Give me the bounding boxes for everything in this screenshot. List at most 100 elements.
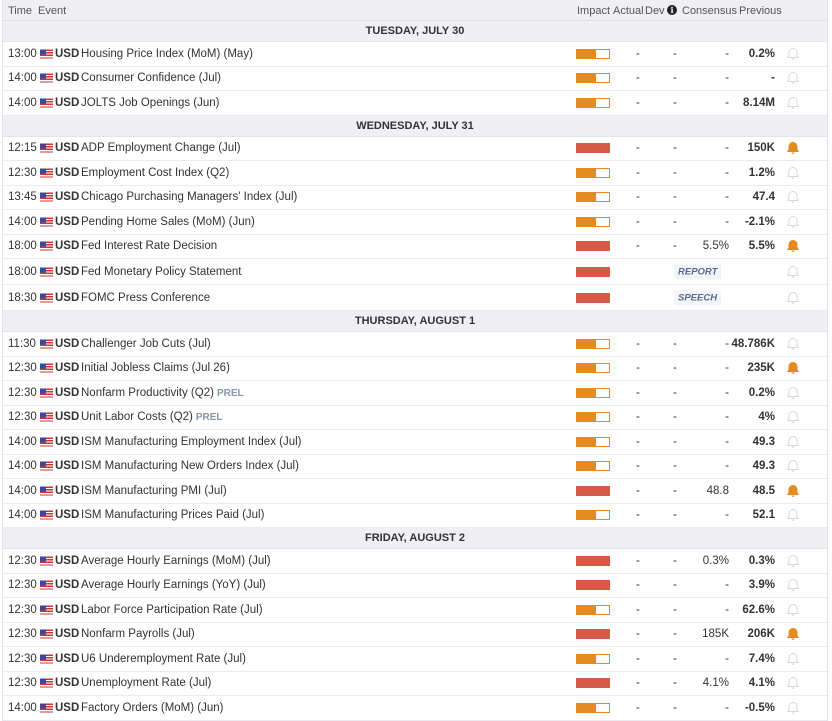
event-row[interactable]: 14:00 USD ISM Manufacturing Employment I… <box>3 430 827 455</box>
event-name[interactable]: Labor Force Participation Rate (Jul) <box>81 604 263 616</box>
bell-icon[interactable] <box>786 386 800 400</box>
event-row[interactable]: 12:15 USD ADP Employment Change (Jul) - … <box>3 137 827 161</box>
event-name[interactable]: Nonfarm Payrolls (Jul) <box>81 628 195 640</box>
event-row[interactable]: 14:00 USD JOLTS Job Openings (Jun) - - -… <box>3 91 827 116</box>
us-flag-icon <box>40 339 53 349</box>
previous-value: 4% <box>758 411 775 424</box>
event-name[interactable]: FOMC Press Conference <box>81 292 210 304</box>
dev-value: - <box>673 579 677 592</box>
event-time: 12:30 <box>8 386 37 399</box>
event-row[interactable]: 12:30 USD Nonfarm Payrolls (Jul) - - 185… <box>3 623 827 647</box>
event-row[interactable]: 14:00 USD ISM Manufacturing PMI (Jul) - … <box>3 479 827 504</box>
event-name[interactable]: Nonfarm Productivity (Q2) PREL <box>81 387 244 399</box>
event-name[interactable]: U6 Underemployment Rate (Jul) <box>81 653 246 665</box>
event-row[interactable]: 12:30 USD Nonfarm Productivity (Q2) PREL … <box>3 381 827 406</box>
event-name[interactable]: Consumer Confidence (Jul) <box>81 72 221 84</box>
previous-value: -2.1% <box>744 215 775 228</box>
bell-active-icon[interactable] <box>786 141 800 155</box>
bell-icon[interactable] <box>786 190 800 204</box>
event-row[interactable]: 12:30 USD Unemployment Rate (Jul) - - 4.… <box>3 672 827 696</box>
event-title: FOMC Press Conference <box>81 291 211 304</box>
bell-icon[interactable] <box>786 554 800 568</box>
event-row[interactable]: 12:30 USD Initial Jobless Claims (Jul 26… <box>3 357 827 381</box>
event-row[interactable]: 12:30 USD Labor Force Participation Rate… <box>3 598 827 623</box>
us-flag-icon <box>40 293 53 302</box>
event-row[interactable]: 13:45 USD Chicago Purchasing Managers' I… <box>3 186 827 210</box>
event-row[interactable]: 12:30 USD Employment Cost Index (Q2) - -… <box>3 161 827 186</box>
event-name[interactable]: Unemployment Rate (Jul) <box>81 677 211 689</box>
previous-value: 4.1% <box>748 677 775 690</box>
prel-tag: PREL <box>195 412 223 424</box>
actual-value: - <box>636 96 640 109</box>
event-name[interactable]: Unit Labor Costs (Q2) PREL <box>81 411 223 423</box>
bell-active-icon[interactable] <box>786 361 800 375</box>
bell-icon[interactable] <box>786 508 800 522</box>
event-name[interactable]: Fed Interest Rate Decision <box>81 240 217 252</box>
bell-icon[interactable] <box>786 265 800 279</box>
bell-icon[interactable] <box>786 652 800 666</box>
event-row[interactable]: 13:00 USD Housing Price Index (MoM) (May… <box>3 42 827 67</box>
event-row[interactable]: 18:00 USD Fed Interest Rate Decision - -… <box>3 235 827 259</box>
event-name[interactable]: Challenger Job Cuts (Jul) <box>81 338 211 350</box>
bell-icon[interactable] <box>786 96 800 110</box>
event-name[interactable]: JOLTS Job Openings (Jun) <box>81 97 220 109</box>
event-name[interactable]: ISM Manufacturing PMI (Jul) <box>81 485 227 497</box>
dev-value: - <box>673 240 677 253</box>
dev-value: - <box>673 652 677 665</box>
bell-icon[interactable] <box>786 701 800 715</box>
event-name[interactable]: ISM Manufacturing Prices Paid (Jul) <box>81 509 264 521</box>
event-name[interactable]: ISM Manufacturing Employment Index (Jul) <box>81 436 302 448</box>
bell-active-icon[interactable] <box>786 239 800 253</box>
bell-active-icon[interactable] <box>786 627 800 641</box>
event-name[interactable]: Average Hourly Earnings (MoM) (Jul) <box>81 555 271 567</box>
event-row[interactable]: 18:30 USD FOMC Press Conference SPEECH <box>3 285 827 311</box>
bell-icon[interactable] <box>786 337 800 351</box>
currency: USD <box>55 191 80 204</box>
bell-icon[interactable] <box>786 435 800 449</box>
col-previous: Previous <box>739 5 782 17</box>
bell-active-icon[interactable] <box>786 484 800 498</box>
event-title: Initial Jobless Claims (Jul 26) <box>81 362 230 375</box>
event-name[interactable]: Fed Monetary Policy Statement <box>81 266 241 278</box>
event-row[interactable]: 14:00 USD Consumer Confidence (Jul) - - … <box>3 67 827 91</box>
bell-icon[interactable] <box>786 578 800 592</box>
bell-icon[interactable] <box>786 603 800 617</box>
bell-icon[interactable] <box>786 459 800 473</box>
event-row[interactable]: 14:00 USD Pending Home Sales (MoM) (Jun)… <box>3 210 827 235</box>
bell-icon[interactable] <box>786 71 800 85</box>
bell-icon[interactable] <box>786 215 800 229</box>
info-icon[interactable]: i <box>667 5 677 15</box>
event-name[interactable]: Initial Jobless Claims (Jul 26) <box>81 362 230 374</box>
event-name[interactable]: Chicago Purchasing Managers' Index (Jul) <box>81 191 297 203</box>
event-row[interactable]: 11:30 USD Challenger Job Cuts (Jul) - - … <box>3 332 827 357</box>
event-name[interactable]: ADP Employment Change (Jul) <box>81 142 241 154</box>
event-row[interactable]: 14:00 USD Factory Orders (MoM) (Jun) - -… <box>3 696 827 721</box>
previous-value: 49.3 <box>752 460 775 473</box>
event-row[interactable]: 14:00 USD ISM Manufacturing New Orders I… <box>3 455 827 479</box>
event-title: Pending Home Sales (MoM) (Jun) <box>81 215 255 228</box>
event-row[interactable]: 18:00 USD Fed Monetary Policy Statement … <box>3 259 827 285</box>
event-time: 12:30 <box>8 411 37 424</box>
dev-value: - <box>673 191 677 204</box>
event-title: Challenger Job Cuts (Jul) <box>81 337 211 350</box>
impact-medium-bar <box>576 73 610 84</box>
actual-value: - <box>636 166 640 179</box>
bell-icon[interactable] <box>786 166 800 180</box>
event-row[interactable]: 12:30 USD U6 Underemployment Rate (Jul) … <box>3 647 827 672</box>
event-name[interactable]: Housing Price Index (MoM) (May) <box>81 48 253 60</box>
event-name[interactable]: ISM Manufacturing New Orders Index (Jul) <box>81 460 299 472</box>
event-name[interactable]: Employment Cost Index (Q2) <box>81 167 229 179</box>
event-row[interactable]: 12:30 USD Average Hourly Earnings (YoY) … <box>3 574 827 598</box>
event-row[interactable]: 12:30 USD Average Hourly Earnings (MoM) … <box>3 549 827 574</box>
event-row[interactable]: 12:30 USD Unit Labor Costs (Q2) PREL - - … <box>3 406 827 430</box>
event-name[interactable]: Pending Home Sales (MoM) (Jun) <box>81 216 255 228</box>
previous-value: - <box>771 72 775 85</box>
event-name[interactable]: Average Hourly Earnings (YoY) (Jul) <box>81 579 266 591</box>
event-title: ISM Manufacturing Employment Index (Jul) <box>81 435 302 448</box>
bell-icon[interactable] <box>786 47 800 61</box>
bell-icon[interactable] <box>786 676 800 690</box>
bell-icon[interactable] <box>786 291 800 305</box>
actual-value: - <box>636 460 640 473</box>
bell-icon[interactable] <box>786 410 800 424</box>
event-row[interactable]: 14:00 USD ISM Manufacturing Prices Paid … <box>3 504 827 528</box>
